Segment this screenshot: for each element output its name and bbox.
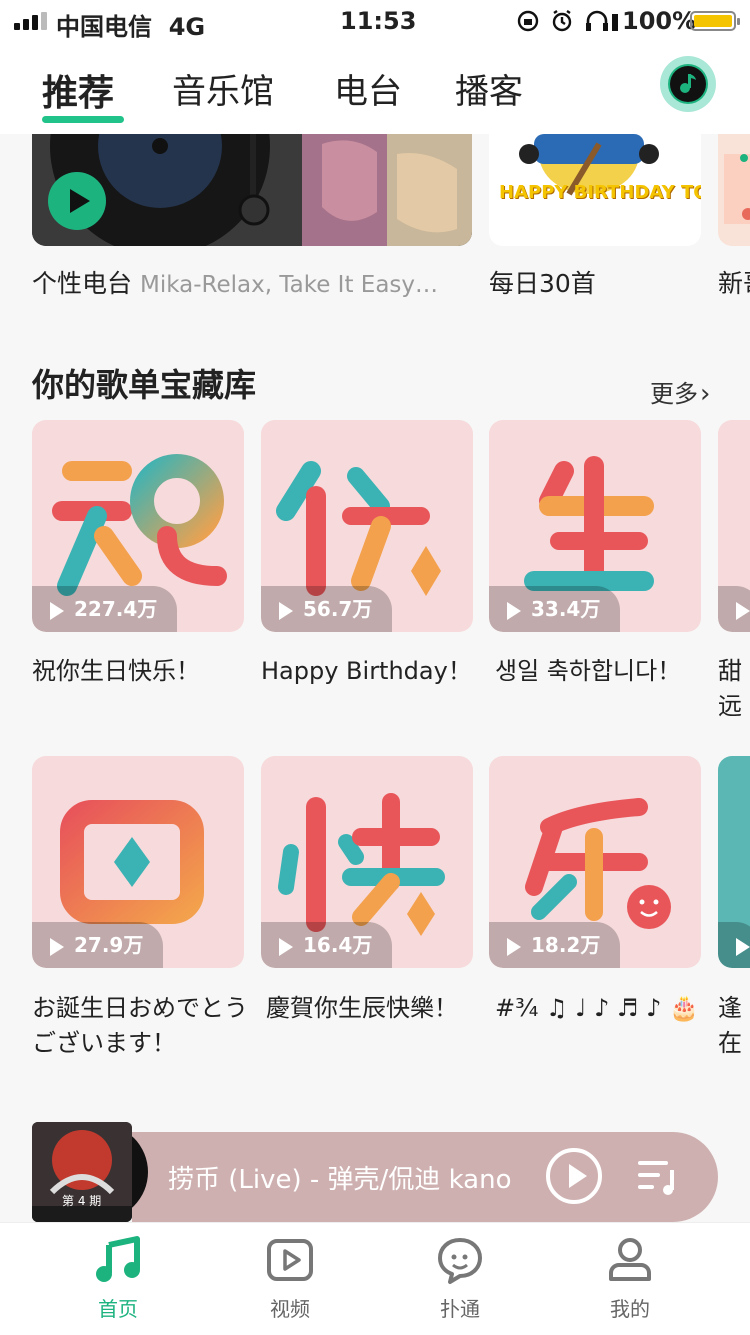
play-count: 56.7万: [261, 586, 393, 632]
nav-home-label: 首页: [98, 1297, 138, 1321]
clock: 11:53: [340, 7, 417, 35]
playlist-card[interactable]: [718, 420, 750, 632]
chat-bubble-icon: [438, 1238, 482, 1284]
play-count: 16.4万: [261, 922, 393, 968]
music-note-icon: [668, 64, 708, 104]
daily-30-label: 每日30首: [489, 269, 596, 298]
play-icon: [279, 937, 293, 956]
play-count: 33.4万: [489, 586, 621, 632]
album-cover[interactable]: 第 4 期: [32, 1122, 132, 1222]
nav-putong[interactable]: 扑通: [400, 1235, 520, 1322]
music-note-icon: [96, 1236, 140, 1282]
playlist-card[interactable]: [718, 756, 750, 968]
playlist-card[interactable]: 227.4万: [32, 420, 244, 632]
playlist-title: 생일 축하합니다！: [495, 657, 682, 685]
playlist-card[interactable]: 16.4万: [261, 756, 473, 968]
cover-text: HAPPY BIRTHDAY TO YOU: [499, 182, 701, 203]
play-icon: [736, 937, 750, 956]
now-playing-title: 捞币 (Live) - 弹壳/侃迪 kano: [168, 1165, 512, 1195]
tab-radio[interactable]: 电台: [334, 64, 402, 113]
nav-video-label: 视频: [270, 1297, 310, 1321]
alarm-icon: [552, 10, 572, 32]
play-icon: [279, 601, 293, 620]
nav-me[interactable]: 我的: [570, 1235, 690, 1322]
cover-text: 第 4 期: [62, 1194, 102, 1208]
rotation-lock-icon: [517, 10, 539, 32]
status-bar: 中国电信 4G 11:53 100%: [0, 0, 750, 44]
feed: 个性电台 Mika-Relax, Take It Easy… HAPPY BIRT…: [0, 134, 750, 1234]
playlist-title: 甜远: [718, 657, 742, 720]
playlist-card[interactable]: 33.4万: [489, 420, 701, 632]
video-play-icon: [267, 1239, 313, 1281]
playlist-title: 逢在: [718, 994, 742, 1057]
play-button[interactable]: [546, 1148, 602, 1204]
play-count: 227.4万: [32, 586, 178, 632]
playlist-queue-icon[interactable]: [638, 1158, 680, 1196]
tab-recommend[interactable]: 推荐: [42, 64, 114, 116]
play-icon: [507, 937, 521, 956]
play-count: [718, 922, 750, 968]
play-icon: [736, 601, 750, 620]
chevron-right-icon: ›: [700, 379, 711, 409]
signal-icon: [14, 12, 48, 30]
now-playing-button[interactable]: [660, 56, 716, 112]
tab-podcast[interactable]: 播客: [455, 64, 523, 113]
more-link[interactable]: 更多›: [650, 374, 710, 409]
nav-video[interactable]: 视频: [230, 1235, 350, 1322]
daily-30-card[interactable]: HAPPY BIRTHDAY TO YOU: [489, 134, 701, 246]
playlist-card[interactable]: 18.2万: [489, 756, 701, 968]
playlist-card[interactable]: 27.9万: [32, 756, 244, 968]
play-icon: [50, 601, 64, 620]
playlist-title: 祝你生日快乐！: [32, 657, 200, 685]
headphones-icon: [586, 10, 608, 31]
status-icons: [517, 10, 618, 32]
tab-music-hall[interactable]: 音乐馆: [172, 64, 274, 113]
battery-icon: [690, 11, 740, 31]
user-icon: [609, 1238, 651, 1281]
new-songs-card[interactable]: [718, 134, 750, 246]
playlist-title: お誕生日おめでとうございます！: [32, 994, 248, 1057]
nav-me-label: 我的: [610, 1297, 650, 1321]
personal-radio-card[interactable]: [32, 134, 472, 246]
new-songs-label: 新哥: [718, 269, 750, 298]
playlist-title: #³⁄₄ ♫ ♩ ♪ ♬ ♪ 🎂: [495, 994, 699, 1022]
bottom-nav: 首页 视频 扑通 我的: [0, 1222, 750, 1335]
top-nav: 推荐 音乐馆 电台 播客: [0, 44, 750, 134]
battery-percent: 100%: [622, 7, 697, 35]
playlist-title: 慶賀你生辰快樂！: [266, 994, 458, 1022]
nav-putong-label: 扑通: [440, 1297, 480, 1321]
playlist-title: Happy Birthday！: [261, 657, 472, 685]
play-icon: [507, 601, 521, 620]
play-count: 27.9万: [32, 922, 164, 968]
active-tab-indicator: [42, 116, 124, 123]
play-icon: [50, 937, 64, 956]
mini-player[interactable]: 捞币 (Live) - 弹壳/侃迪 kano: [132, 1132, 718, 1222]
carrier-label: 中国电信 4G: [56, 13, 206, 41]
playlist-card[interactable]: 56.7万: [261, 420, 473, 632]
nav-home[interactable]: 首页: [58, 1235, 178, 1322]
personal-radio-label: 个性电台 Mika-Relax, Take It Easy…: [32, 269, 439, 298]
section-title: 你的歌单宝藏库: [32, 366, 257, 404]
play-count: [718, 586, 750, 632]
play-count: 18.2万: [489, 922, 621, 968]
play-icon[interactable]: [48, 172, 106, 230]
